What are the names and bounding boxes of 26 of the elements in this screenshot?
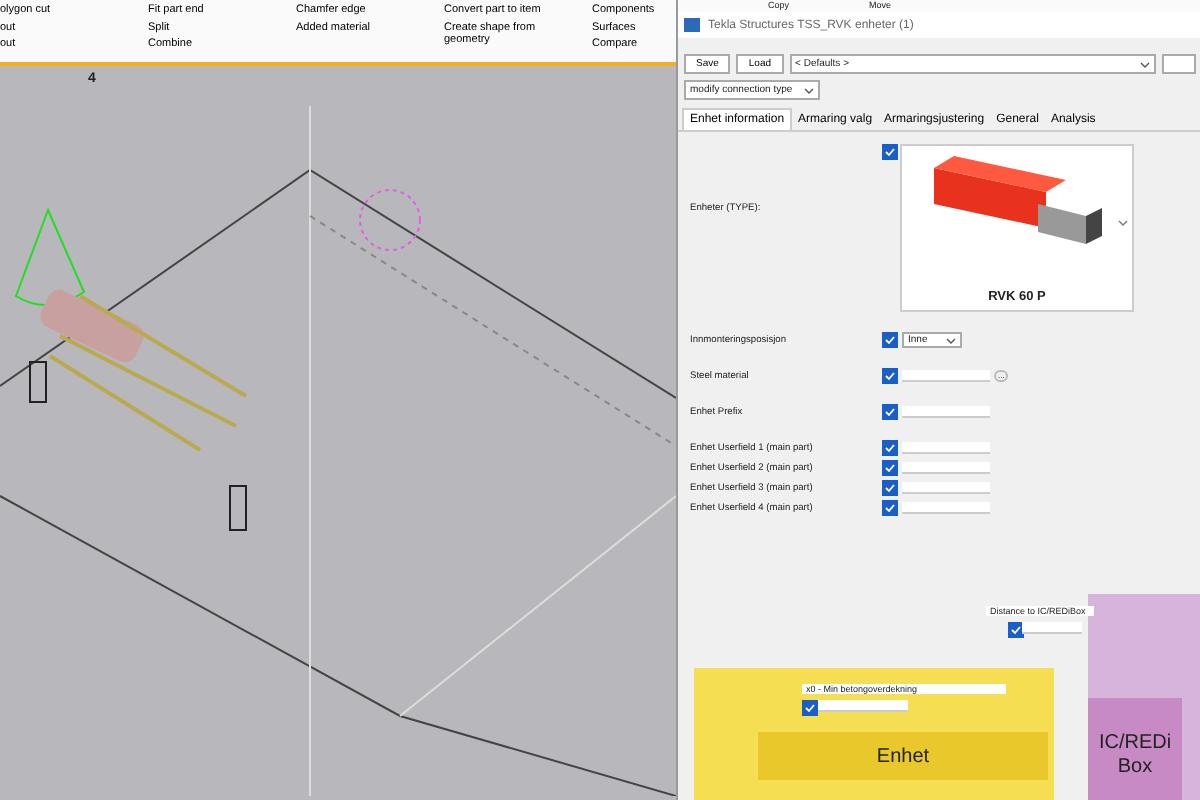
checkbox[interactable] (802, 700, 818, 716)
input-field[interactable] (818, 700, 908, 712)
checkbox[interactable] (882, 440, 898, 456)
checkbox[interactable] (882, 404, 898, 420)
caret-icon (804, 87, 815, 93)
box-label: IC/REDi Box (1096, 732, 1174, 780)
checkbox[interactable] (882, 500, 898, 516)
app-icon (684, 18, 700, 32)
checkbox[interactable] (1008, 622, 1024, 638)
input-field[interactable] (902, 406, 990, 418)
checkbox[interactable] (882, 144, 898, 160)
unit-label: Enhet (876, 745, 930, 767)
input-field[interactable] (1022, 622, 1082, 634)
caret-icon[interactable] (1118, 220, 1128, 226)
input-field[interactable] (902, 462, 990, 474)
name-field[interactable] (1161, 54, 1196, 74)
input-field[interactable] (902, 482, 990, 494)
checkbox[interactable] (882, 480, 898, 496)
input-field[interactable] (902, 502, 990, 514)
caret-icon (946, 337, 956, 343)
checkbox[interactable] (882, 460, 898, 476)
caret-icon (1139, 61, 1150, 67)
input-field[interactable] (902, 442, 990, 454)
checkbox[interactable] (882, 332, 898, 348)
input-field[interactable] (902, 370, 990, 382)
checkbox[interactable] (882, 368, 898, 384)
